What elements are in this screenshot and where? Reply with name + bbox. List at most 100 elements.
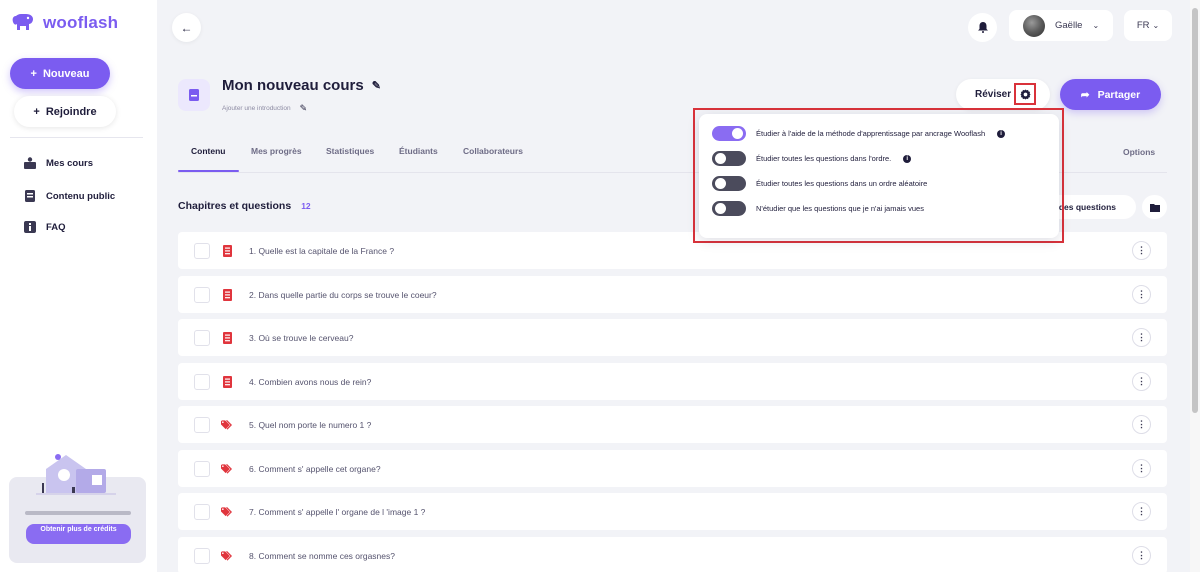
option-label: Étudier toutes les questions dans un ord… xyxy=(756,179,928,188)
language-selector[interactable]: FR ⌄ xyxy=(1124,10,1172,41)
info-icon[interactable]: i xyxy=(997,129,1006,138)
plus-icon: + xyxy=(30,67,37,80)
join-button[interactable]: + Rejoindre xyxy=(14,96,116,127)
more-options-icon[interactable]: ⋮ xyxy=(1132,285,1151,304)
sidebar-item-faq[interactable]: FAQ xyxy=(24,221,66,233)
notifications-button[interactable] xyxy=(968,13,997,42)
option-unseen-only[interactable]: N'étudier que les questions que je n'ai … xyxy=(712,201,924,216)
tab-options[interactable]: Options xyxy=(1123,147,1155,157)
question-checkbox[interactable] xyxy=(194,416,210,433)
toggle-knob xyxy=(715,178,726,189)
question-checkbox[interactable] xyxy=(194,242,210,259)
more-options-icon[interactable]: ⋮ xyxy=(1132,241,1151,260)
question-text: 3. Où se trouve le cerveau? xyxy=(249,332,354,343)
tab-collaborateurs[interactable]: Collaborateurs xyxy=(463,146,523,156)
back-button[interactable]: ← xyxy=(172,13,201,42)
review-settings-popup: Étudier à l'aide de la méthode d'apprent… xyxy=(699,114,1059,238)
sidebar-item-label: FAQ xyxy=(46,221,66,233)
tag-icon xyxy=(221,550,233,562)
tab-mes-progres[interactable]: Mes progrès xyxy=(251,146,302,156)
intro-placeholder[interactable]: Ajouter une introduction xyxy=(222,105,291,112)
share-button[interactable]: ➦ Partager xyxy=(1060,79,1161,110)
share-arrow-icon: ➦ xyxy=(1080,88,1090,101)
course-title-text: Mon nouveau cours xyxy=(222,77,364,94)
more-options-icon[interactable]: ⋮ xyxy=(1132,415,1151,434)
more-options-icon[interactable]: ⋮ xyxy=(1132,372,1151,391)
tag-icon xyxy=(221,463,233,475)
section-title: Chapitres et questions xyxy=(178,200,292,212)
question-row[interactable]: 3. Où se trouve le cerveau? ⋮ xyxy=(178,319,1167,356)
question-row[interactable]: 2. Dans quelle partie du corps se trouve… xyxy=(178,276,1167,313)
more-options-icon[interactable]: ⋮ xyxy=(1132,328,1151,347)
question-checkbox[interactable] xyxy=(194,460,210,477)
toggle-switch[interactable] xyxy=(712,201,746,216)
question-row[interactable]: 6. Comment s' appelle cet organe? ⋮ xyxy=(178,450,1167,487)
new-button[interactable]: + Nouveau xyxy=(10,58,110,89)
question-checkbox[interactable] xyxy=(194,547,210,564)
course-intro: Ajouter une introduction ✎ xyxy=(222,103,307,114)
more-options-icon[interactable]: ⋮ xyxy=(1132,459,1151,478)
logo-text: wooflash xyxy=(43,13,119,32)
list-icon xyxy=(221,244,233,257)
question-row[interactable]: 4. Combien avons nous de rein? ⋮ xyxy=(178,363,1167,400)
question-checkbox[interactable] xyxy=(194,286,210,303)
scrollbar-thumb[interactable] xyxy=(1192,8,1198,413)
question-text: 8. Comment se nomme ces orgasnes? xyxy=(249,550,395,561)
toggle-switch[interactable] xyxy=(712,126,746,141)
question-row[interactable]: 8. Comment se nomme ces orgasnes? ⋮ xyxy=(178,537,1167,572)
share-button-label: Partager xyxy=(1097,88,1141,101)
promo-illustration-icon xyxy=(36,454,116,495)
question-row[interactable]: 5. Quel nom porte le numero 1 ? ⋮ xyxy=(178,406,1167,443)
chevron-down-icon: ⌄ xyxy=(1092,21,1100,30)
bell-icon xyxy=(977,22,988,33)
language-value: FR xyxy=(1136,20,1150,31)
toggle-knob xyxy=(732,128,743,139)
question-text: 6. Comment s' appelle cet organe? xyxy=(249,463,381,474)
logo[interactable]: wooflash xyxy=(12,13,118,33)
info-icon xyxy=(24,221,36,233)
get-credits-button[interactable]: Obtenir plus de crédits xyxy=(26,524,131,544)
question-checkbox[interactable] xyxy=(194,329,210,346)
sidebar-item-mes-cours[interactable]: Mes cours xyxy=(24,157,93,169)
question-text: 5. Quel nom porte le numero 1 ? xyxy=(249,419,372,430)
toggle-switch[interactable] xyxy=(712,176,746,191)
scrollbar[interactable] xyxy=(1190,0,1200,572)
list-icon xyxy=(221,331,233,344)
folder-icon xyxy=(1149,203,1160,212)
gear-icon xyxy=(1019,88,1031,100)
section-header: Chapitres et questions 12 xyxy=(178,200,311,212)
option-in-order[interactable]: Étudier toutes les questions dans l'ordr… xyxy=(712,151,912,166)
public-content-icon xyxy=(25,190,35,202)
review-settings-button[interactable] xyxy=(1014,83,1036,105)
tab-statistiques[interactable]: Statistiques xyxy=(326,146,374,156)
question-text: 1. Quelle est la capitale de la France ? xyxy=(249,245,395,256)
edit-title-icon[interactable]: ✎ xyxy=(372,79,381,92)
toggle-switch[interactable] xyxy=(712,151,746,166)
user-menu-button[interactable]: Gaëlle ⌄ xyxy=(1009,10,1113,41)
option-label: N'étudier que les questions que je n'ai … xyxy=(756,204,924,213)
option-random-order[interactable]: Étudier toutes les questions dans un ord… xyxy=(712,176,927,191)
info-icon[interactable]: i xyxy=(903,154,912,163)
course-icon xyxy=(178,79,210,111)
book-icon xyxy=(189,89,199,101)
plus-icon: + xyxy=(33,105,40,118)
tab-etudiants[interactable]: Étudiants xyxy=(399,146,438,156)
option-label: Étudier toutes les questions dans l'ordr… xyxy=(756,154,892,163)
toggle-knob xyxy=(715,203,726,214)
question-row[interactable]: 7. Comment s' appelle l' organe de l 'im… xyxy=(178,493,1167,530)
list-icon xyxy=(221,288,233,301)
add-folder-button[interactable] xyxy=(1142,195,1167,219)
tab-contenu[interactable]: Contenu xyxy=(191,146,225,156)
question-checkbox[interactable] xyxy=(194,373,210,390)
user-name: Gaëlle xyxy=(1055,20,1083,31)
tag-icon xyxy=(221,419,233,431)
page-title: Mon nouveau cours ✎ xyxy=(222,77,381,94)
question-text: 2. Dans quelle partie du corps se trouve… xyxy=(249,289,437,300)
more-options-icon[interactable]: ⋮ xyxy=(1132,546,1151,565)
question-checkbox[interactable] xyxy=(194,503,210,520)
edit-intro-icon[interactable]: ✎ xyxy=(300,103,308,114)
option-anchoring-method[interactable]: Étudier à l'aide de la méthode d'apprent… xyxy=(712,126,1006,141)
sidebar-item-label: Mes cours xyxy=(46,157,93,169)
more-options-icon[interactable]: ⋮ xyxy=(1132,502,1151,521)
sidebar-item-contenu-public[interactable]: Contenu public xyxy=(24,190,115,202)
